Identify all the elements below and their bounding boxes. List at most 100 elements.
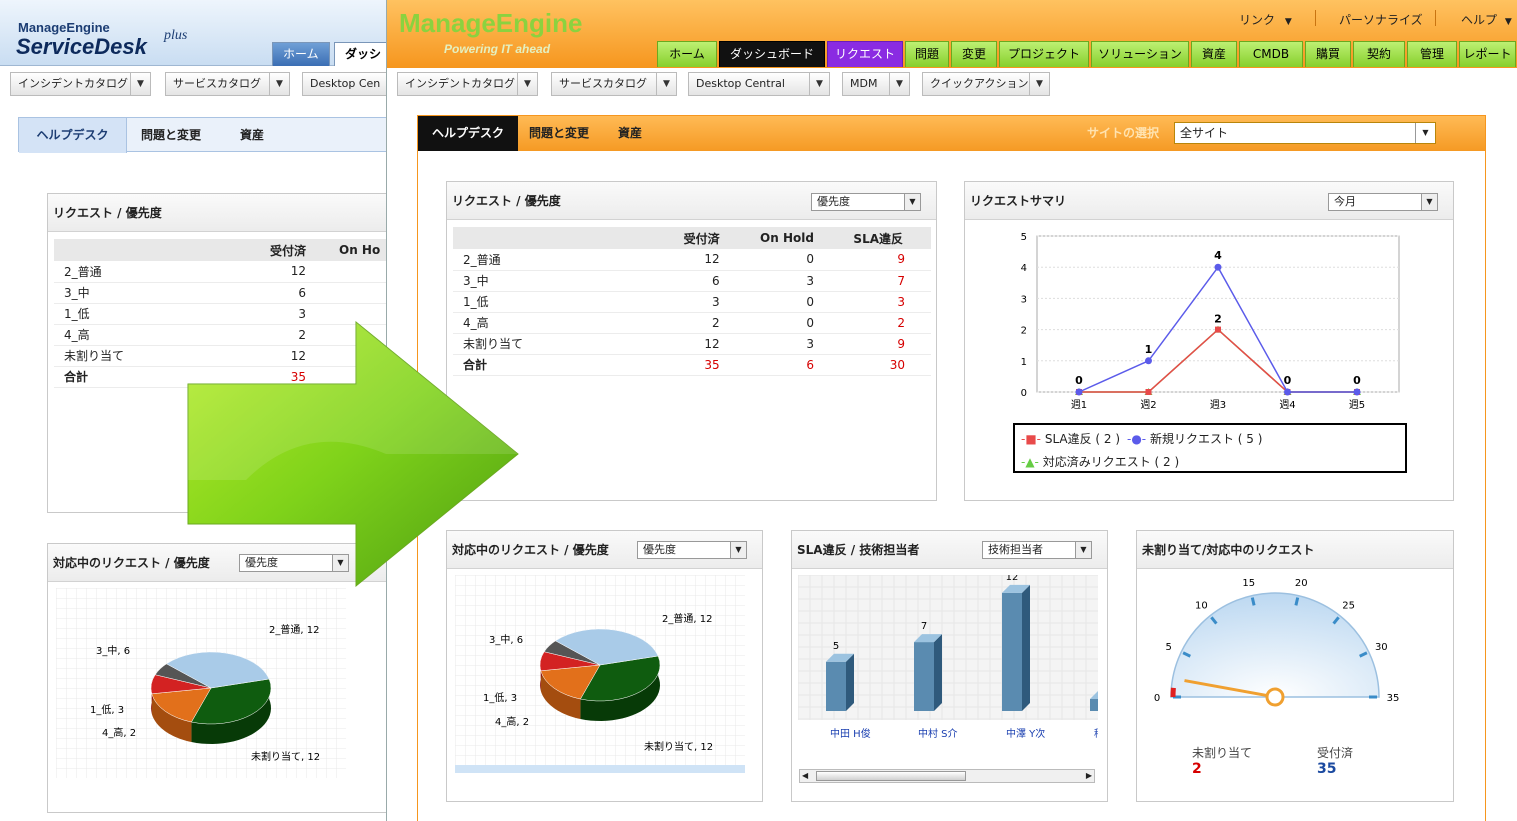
cell-sla: 2 bbox=[821, 312, 931, 334]
pie-label: 未割り当て, 12 bbox=[251, 750, 320, 763]
table-row[interactable]: 2_普通 12 bbox=[54, 261, 394, 283]
table-row[interactable]: 2_普通 12 0 9 bbox=[453, 249, 931, 271]
cell-value: 6 bbox=[244, 282, 314, 304]
open-requests-pie-chart: 2_普通, 12 3_中, 6 1_低, 3 4_高, 2 未割り当て, 12 bbox=[455, 575, 745, 773]
horizontal-scrollbar[interactable]: ◀ ▶ bbox=[799, 769, 1095, 783]
pie-slices bbox=[539, 628, 661, 721]
nav-contracts[interactable]: 契約 bbox=[1353, 41, 1405, 67]
subtab-helpdesk[interactable]: ヘルプデスク bbox=[418, 116, 518, 151]
nav-cmdb[interactable]: CMDB bbox=[1239, 41, 1303, 67]
table-header: 受付済 bbox=[244, 239, 314, 261]
nav-assets[interactable]: 資産 bbox=[1191, 41, 1237, 67]
nav-reports[interactable]: レポート bbox=[1459, 41, 1516, 67]
subtab-problems-changes[interactable]: 問題と変更 bbox=[529, 116, 589, 151]
old-subtab-problems[interactable]: 問題と変更 bbox=[141, 118, 201, 153]
old-logo-company: ManageEngine bbox=[18, 20, 110, 35]
old-subtab-helpdesk[interactable]: ヘルプデスク bbox=[19, 118, 127, 153]
chevron-down-icon: ▼ bbox=[269, 73, 289, 95]
nav-problems[interactable]: 問題 bbox=[905, 41, 949, 67]
incident-catalog-button[interactable]: インシデントカタログ ▼ bbox=[397, 72, 538, 96]
nav-projects[interactable]: プロジェクト bbox=[999, 41, 1089, 67]
bar bbox=[826, 661, 846, 711]
scroll-left-icon[interactable]: ◀ bbox=[802, 770, 808, 782]
personalize-link[interactable]: パーソナライズ bbox=[1339, 11, 1423, 28]
nav-changes[interactable]: 変更 bbox=[951, 41, 997, 67]
period-select[interactable]: 今月 ▼ bbox=[1328, 193, 1438, 211]
table-row[interactable]: 4_高 2 0 2 bbox=[453, 312, 931, 334]
gauge-tick-label: 20 bbox=[1295, 578, 1308, 589]
old-logo-plus: plus bbox=[164, 28, 188, 43]
x-tick-label: 週2 bbox=[1140, 399, 1156, 411]
quick-actions-label: クイックアクション bbox=[930, 77, 1029, 90]
link-menu-label: リンク bbox=[1239, 13, 1276, 27]
old-incident-catalog-button[interactable]: インシデントカタログ ▼ bbox=[10, 72, 151, 96]
table-row[interactable]: 1_低 3 0 3 bbox=[453, 291, 931, 313]
data-point bbox=[1075, 388, 1083, 396]
cell-accepted: 35 bbox=[652, 354, 728, 376]
pie-label: 未割り当て, 12 bbox=[644, 740, 713, 753]
y-tick-label: 3 bbox=[1021, 294, 1027, 305]
dashboard-subtab-bar: ヘルプデスク 問題と変更 資産 サイトの選択 全サイト ▼ bbox=[418, 116, 1485, 151]
old-logo-product: ServiceDesk bbox=[16, 34, 147, 59]
x-tick-label: 中澤 Y次 bbox=[1006, 727, 1045, 740]
nav-admin[interactable]: 管理 bbox=[1407, 41, 1457, 67]
service-catalog-button[interactable]: サービスカタログ ▼ bbox=[551, 72, 677, 96]
table-row[interactable]: 3_中 6 3 7 bbox=[453, 270, 931, 292]
priority-select[interactable]: 優先度 ▼ bbox=[811, 193, 921, 211]
x-tick-label: 週3 bbox=[1210, 399, 1226, 411]
old-priority-pie-chart: 2_普通, 12 3_中, 6 1_低, 3 4_高, 2 未割り当て, 12 bbox=[56, 588, 346, 778]
cell-value: 12 bbox=[244, 261, 314, 283]
old-desktop-central-button[interactable]: Desktop Cen bbox=[302, 72, 392, 96]
quick-actions-button[interactable]: クイックアクション ▼ bbox=[922, 72, 1050, 96]
table-row[interactable]: 未割り当て 12 3 9 bbox=[453, 333, 931, 355]
help-menu[interactable]: ヘルプ ▼ bbox=[1461, 11, 1512, 28]
data-label: 0 bbox=[1284, 374, 1292, 387]
old-header: ManageEngine ServiceDesk plus ホーム ダッシュ bbox=[0, 0, 400, 83]
gauge-tick-label: 0 bbox=[1154, 693, 1160, 704]
old-pie-slices bbox=[150, 651, 272, 744]
desktop-central-label: Desktop Central bbox=[696, 77, 785, 90]
chevron-down-icon: ▼ bbox=[904, 194, 920, 210]
y-tick-label: 0 bbox=[1021, 388, 1027, 399]
scrollbar-thumb[interactable] bbox=[816, 771, 966, 781]
data-label: 2 bbox=[1214, 313, 1222, 326]
old-subtab-assets[interactable]: 資産 bbox=[240, 118, 264, 153]
link-menu[interactable]: リンク ▼ bbox=[1239, 11, 1292, 28]
cell-accepted: 12 bbox=[652, 249, 728, 271]
table-header bbox=[453, 227, 653, 249]
new-logo-tagline: Powering IT ahead bbox=[444, 42, 551, 56]
scroll-right-icon[interactable]: ▶ bbox=[1086, 770, 1092, 782]
nav-solutions[interactable]: ソリューション bbox=[1091, 41, 1189, 67]
bar-side bbox=[934, 634, 942, 711]
mdm-button[interactable]: MDM ▼ bbox=[842, 72, 910, 96]
site-select[interactable]: 全サイト ▼ bbox=[1174, 122, 1436, 144]
gauge-panel: 未割り当て/対応中のリクエスト 0 5 10 15 20 25 30 35 未割り当て 2 受… bbox=[1136, 530, 1454, 802]
technician-select[interactable]: 技術担当者 ▼ bbox=[982, 541, 1092, 559]
bar-side bbox=[846, 653, 854, 711]
nav-purchase[interactable]: 購買 bbox=[1305, 41, 1351, 67]
accepted-label: 受付済 bbox=[1317, 746, 1354, 760]
old-tab-home[interactable]: ホーム bbox=[272, 42, 330, 66]
priority-select-value: 優先度 bbox=[817, 195, 850, 208]
x-tick-label: 週4 bbox=[1279, 399, 1295, 411]
sla-technician-panel: SLA違反 / 技術担当者 技術担当者 ▼ 5 中田 H俊 7 中村 S介 12 中澤 Y… bbox=[791, 530, 1108, 802]
subtab-assets[interactable]: 資産 bbox=[618, 116, 642, 151]
row-label: 1_低 bbox=[453, 291, 653, 313]
chevron-down-icon: ▼ bbox=[656, 73, 676, 95]
nav-home[interactable]: ホーム bbox=[657, 41, 717, 67]
data-point bbox=[1353, 388, 1361, 396]
x-tick-label: 稲本 J bbox=[1094, 727, 1098, 740]
legend-label: 新規リクエスト ( 5 ) bbox=[1149, 432, 1263, 446]
old-service-catalog-button[interactable]: サービスカタログ ▼ bbox=[165, 72, 290, 96]
mdm-label: MDM bbox=[850, 77, 878, 90]
pie-label: 2_普通, 12 bbox=[662, 612, 712, 625]
request-summary-panel: リクエストサマリ 今月 ▼ 0 1 2 3 4 5 週1 週2 週3 週4 週5 0 1 4 0 0 2 -■-… bbox=[964, 181, 1454, 501]
nav-dashboard[interactable]: ダッシュボード bbox=[719, 41, 825, 67]
open-priority-select[interactable]: 優先度 ▼ bbox=[637, 541, 747, 559]
chevron-down-icon: ▼ bbox=[1029, 73, 1049, 95]
data-point bbox=[1284, 388, 1291, 396]
legend-item-sla: -■- SLA違反 ( 2 ) bbox=[1021, 432, 1121, 446]
nav-requests[interactable]: リクエスト bbox=[827, 41, 903, 67]
table-row[interactable]: 3_中 6 bbox=[54, 282, 394, 304]
desktop-central-button[interactable]: Desktop Central ▼ bbox=[688, 72, 830, 96]
